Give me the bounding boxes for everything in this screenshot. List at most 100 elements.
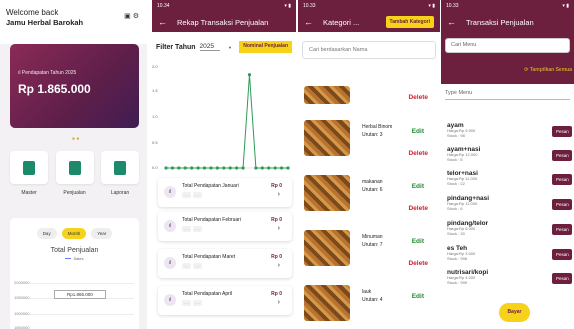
category-card: makanan Urutan: 6 Edit Delete: [302, 175, 436, 213]
tags: ····· ·····: [182, 263, 202, 269]
year-select[interactable]: 2025: [199, 43, 221, 51]
data-point: [222, 166, 226, 170]
data-point: [209, 166, 213, 170]
period-toggle: Day Month Year: [10, 218, 139, 239]
status-bar: 10.34 ▾ ▮: [152, 0, 296, 12]
edit-button[interactable]: Edit: [412, 128, 424, 135]
delete-button[interactable]: Delete: [408, 205, 428, 212]
chart-icon: ıl: [164, 294, 176, 306]
delete-button[interactable]: Delete: [408, 94, 428, 101]
pill-month[interactable]: Month: [61, 228, 87, 239]
carousel-dots: ● ●: [72, 136, 80, 142]
status-icons: ▾ ▮: [428, 3, 435, 9]
monthly-item[interactable]: ıl Total Pendapatan April ····· ····· Rp …: [158, 286, 292, 315]
master-icon: [23, 160, 35, 175]
category-order: Urutan: 4: [362, 297, 383, 303]
back-arrow-icon[interactable]: ←: [447, 17, 456, 27]
order-button[interactable]: Pesan: [552, 150, 572, 161]
show-all-button[interactable]: ⟳ Tampilkan Semua: [524, 67, 572, 73]
y-tick: 1850000: [14, 325, 30, 329]
category-name: makanan: [362, 179, 383, 185]
pay-button[interactable]: Bayar: [499, 303, 530, 322]
kategori-screen: 10.33 ▾ ▮ ← Kategori ... Tambah Kategori …: [298, 0, 440, 329]
search-input[interactable]: Cari berdasarkan Nama: [302, 41, 436, 59]
grid-line: [30, 314, 134, 315]
data-point: [235, 166, 239, 170]
legend-label: Sales: [73, 256, 84, 261]
menu-label: Penjualan: [63, 190, 86, 196]
data-point: [247, 73, 252, 77]
chart-legend: Sales: [10, 256, 139, 261]
rekap-screen: 10.34 ▾ ▮ ← Rekap Transaksi Penjualan Fil…: [152, 0, 296, 329]
back-arrow-icon[interactable]: ←: [158, 17, 167, 27]
menu-laporan[interactable]: Laporan: [101, 151, 139, 196]
order-button[interactable]: Pesan: [552, 273, 572, 284]
delete-button[interactable]: Delete: [408, 260, 428, 267]
chevron-down-icon[interactable]: ▼: [228, 45, 232, 50]
pill-year[interactable]: Year: [91, 228, 113, 239]
order-button[interactable]: Pesan: [552, 249, 572, 260]
data-point: [273, 166, 277, 170]
clock: 10.34: [157, 3, 170, 9]
category-image: [304, 86, 350, 104]
data-point: [183, 166, 187, 170]
menu-penjualan[interactable]: Penjualan: [55, 151, 94, 196]
settings-icon[interactable]: ⚙: [133, 13, 139, 20]
monthly-item[interactable]: ıl Total Pendapatan Februari ····· ····· …: [158, 212, 292, 241]
product-item: telor+nasi Harga:Rp 11.000 Stock : 22 Pe…: [447, 170, 572, 186]
pill-day[interactable]: Day: [36, 228, 57, 239]
add-category-button[interactable]: Tambah Kategori: [385, 16, 434, 28]
data-point: [202, 166, 207, 170]
nominal-button[interactable]: Nominal Penjualan: [239, 41, 292, 53]
product-item: pindang+nasi Harga:Rp 11.000 Stock : 6 P…: [447, 195, 572, 211]
grid-line: [30, 283, 134, 284]
order-button[interactable]: Pesan: [552, 174, 572, 185]
category-image: [304, 230, 350, 266]
category-card: Herbal Binom Urutan: 3 Edit Delete: [302, 120, 436, 158]
month-amount: Rp 0: [271, 183, 282, 189]
type-menu-select[interactable]: Type Menu: [445, 90, 570, 100]
chart-title: Total Penjualan: [50, 247, 99, 254]
menu-master[interactable]: Master: [10, 151, 48, 196]
y-tick: 1950000: [14, 295, 30, 300]
month-amount: Rp 0: [271, 254, 282, 260]
month-title: Total Pendapatan Februari: [182, 217, 241, 223]
delete-button[interactable]: Delete: [408, 150, 428, 157]
header-icons[interactable]: ▣ ⚙: [124, 12, 139, 20]
data-point: [260, 166, 264, 170]
profile-icon[interactable]: ▣: [124, 13, 131, 20]
tags: ····· ·····: [182, 226, 202, 232]
month-title: Total Pendapatan Maret: [182, 254, 236, 260]
search-menu-input[interactable]: Cari Menu: [445, 38, 570, 53]
monthly-item[interactable]: ıl Total Pendapatan Januari ····· ····· R…: [158, 178, 292, 207]
data-point: [196, 166, 200, 170]
series-line: [166, 74, 288, 169]
sales-chart-card: Day Month Year Total Penjualan Sales 200…: [10, 218, 139, 329]
month-amount: Rp 0: [271, 291, 282, 297]
edit-button[interactable]: Edit: [412, 238, 424, 245]
back-arrow-icon[interactable]: ←: [304, 17, 313, 27]
header: Welcome back Jamu Herbal Barokah ▣ ⚙: [0, 8, 147, 44]
status-icons: ▾ ▮: [284, 3, 291, 9]
welcome-text: Welcome back: [6, 8, 59, 17]
order-button[interactable]: Pesan: [552, 224, 572, 235]
edit-button[interactable]: Edit: [412, 293, 424, 300]
category-order: Urutan: 3: [362, 132, 383, 138]
data-point: [228, 166, 232, 170]
bar-value-label: Rp1.865.000: [54, 290, 106, 299]
monthly-item[interactable]: ıl Total Pendapatan Maret ····· ····· Rp …: [158, 249, 292, 278]
clock: 10.33: [303, 3, 316, 9]
data-point: [254, 166, 258, 170]
edit-button[interactable]: Edit: [412, 183, 424, 190]
chart-icon: ıl: [164, 186, 176, 198]
product-item: nutrisari/kopi Harga:Rp 4.000 Stock : 99…: [447, 269, 572, 285]
category-image: [304, 175, 350, 211]
order-button[interactable]: Pesan: [552, 199, 572, 210]
header-panel: ← Transaksi Penjualan Cari Menu: [441, 12, 574, 84]
category-card: lauk Urutan: 4 Edit: [302, 285, 436, 323]
category-image: [304, 285, 350, 321]
category-order: Urutan: 7: [362, 242, 383, 248]
tags: ····· ·····: [182, 300, 202, 306]
category-card: Minuman Urutan: 7 Edit Delete: [302, 230, 436, 268]
order-button[interactable]: Pesan: [552, 126, 572, 137]
